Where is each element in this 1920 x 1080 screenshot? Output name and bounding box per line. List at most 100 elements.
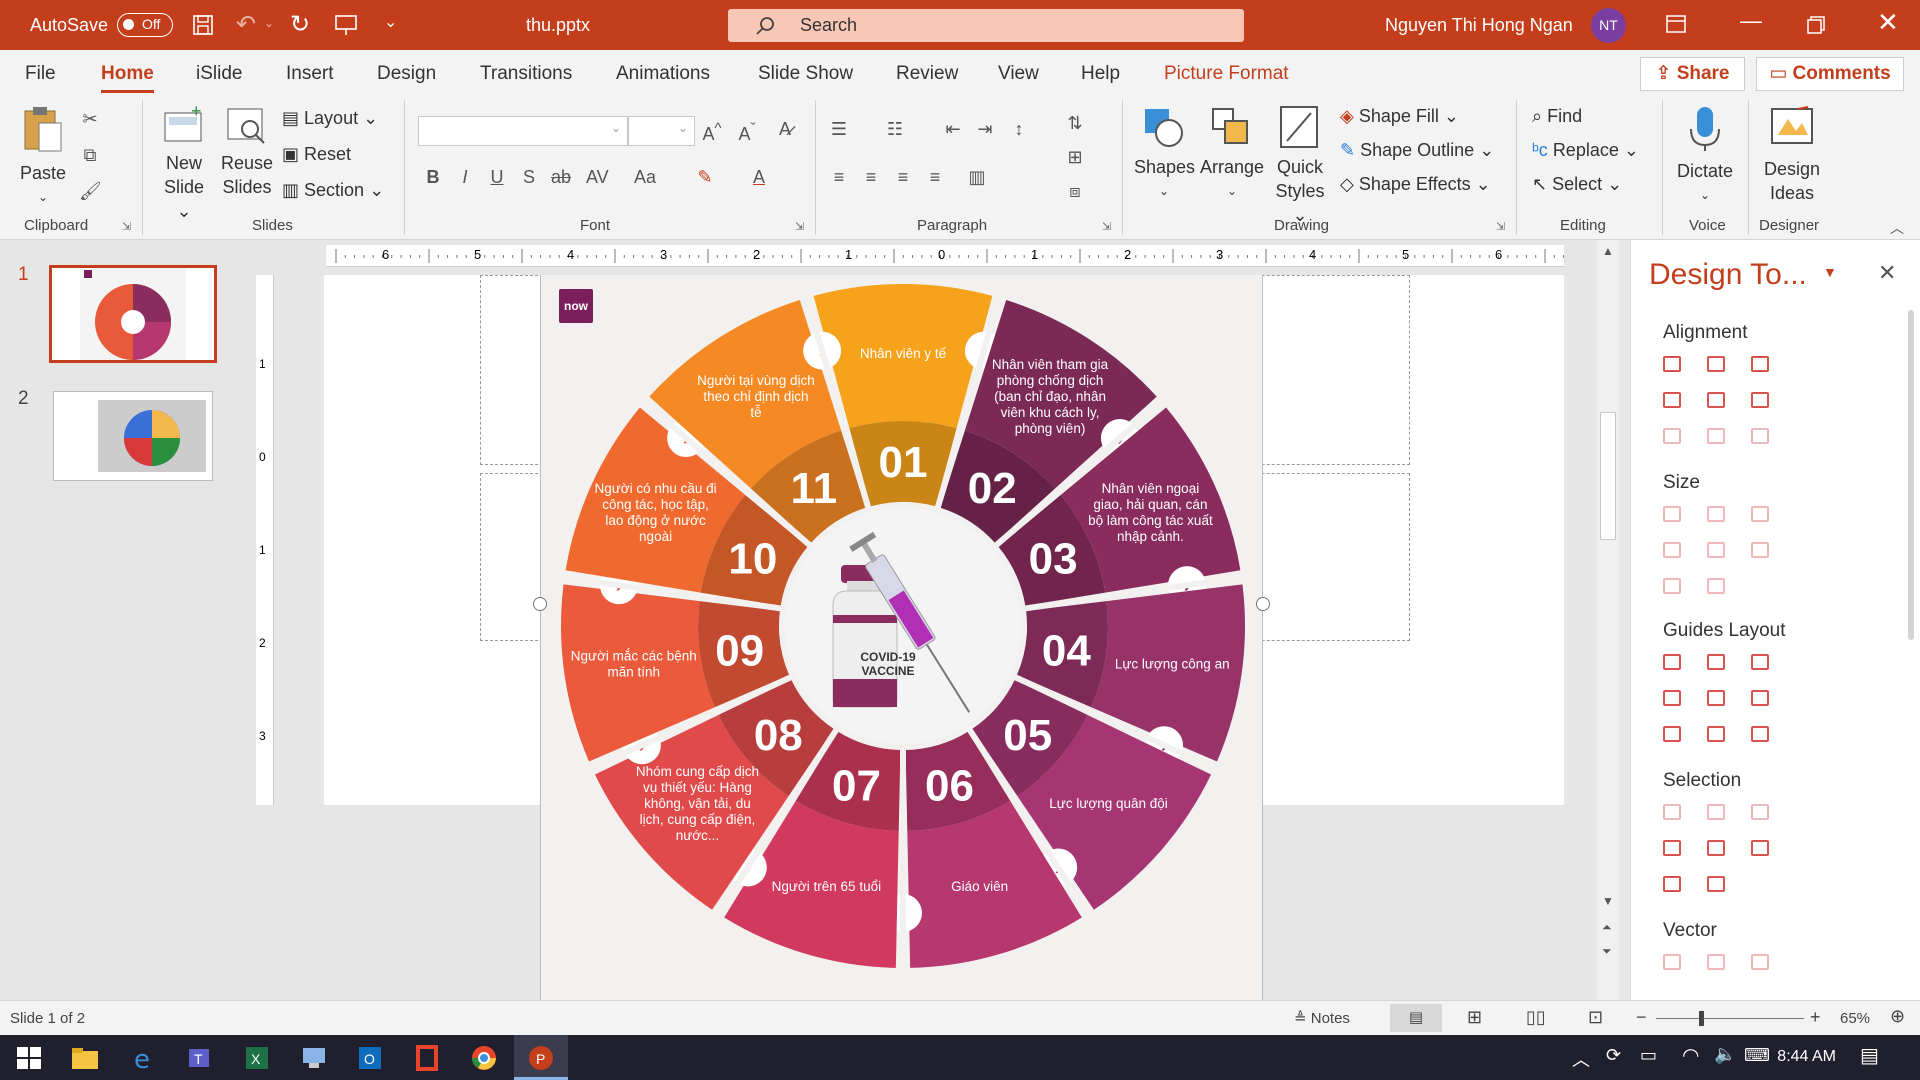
design-tool-icon[interactable] bbox=[1751, 840, 1769, 856]
teams-icon[interactable]: T bbox=[183, 1041, 217, 1075]
font-name-field[interactable]: ⌄ bbox=[418, 116, 628, 146]
autosave-toggle[interactable]: Off bbox=[117, 13, 173, 37]
align-text-icon[interactable]: ⊞ bbox=[1064, 146, 1086, 168]
strikethrough-icon[interactable]: ab bbox=[550, 166, 572, 188]
redo-icon[interactable]: ↻ bbox=[290, 10, 310, 39]
next-slide-icon[interactable]: ⏷ bbox=[1602, 944, 1612, 959]
shape-effects-button[interactable]: ◇ Shape Effects ⌄ bbox=[1340, 174, 1491, 195]
justify-icon[interactable]: ≡ bbox=[924, 166, 946, 188]
design-tool-icon[interactable] bbox=[1663, 392, 1681, 408]
volume-icon[interactable]: 🔈 bbox=[1714, 1044, 1736, 1065]
tab-picture-format[interactable]: Picture Format bbox=[1164, 63, 1289, 85]
change-case-icon[interactable]: Aa bbox=[634, 166, 656, 188]
tab-animations[interactable]: Animations bbox=[616, 63, 710, 85]
design-tool-icon[interactable] bbox=[1663, 726, 1681, 742]
shadow-icon[interactable]: S bbox=[518, 166, 540, 188]
close-icon[interactable]: ✕ bbox=[1877, 7, 1899, 38]
collapse-ribbon-icon[interactable]: ︿ bbox=[1890, 218, 1904, 238]
design-tool-icon[interactable] bbox=[1751, 654, 1769, 670]
shapes-button[interactable]: Shapes ⌄ bbox=[1134, 105, 1195, 203]
sync-icon[interactable]: ⟳ bbox=[1606, 1045, 1621, 1066]
outlook-icon[interactable]: O bbox=[353, 1041, 387, 1075]
design-tool-icon[interactable] bbox=[1707, 840, 1725, 856]
design-tool-icon[interactable] bbox=[1707, 578, 1725, 594]
scroll-down-icon[interactable]: ▼ bbox=[1602, 894, 1614, 908]
minimize-icon[interactable]: — bbox=[1740, 8, 1762, 34]
ribbon-display-icon[interactable] bbox=[1666, 15, 1686, 33]
battery-icon[interactable]: ▭ bbox=[1640, 1045, 1657, 1066]
increase-indent-icon[interactable]: ⇥ bbox=[974, 118, 996, 140]
numbering-icon[interactable]: ☷ bbox=[884, 118, 906, 140]
resize-handle[interactable] bbox=[1256, 597, 1270, 611]
zoom-out-icon[interactable]: − bbox=[1636, 1007, 1647, 1028]
font-size-field[interactable]: ⌄ bbox=[628, 116, 695, 146]
pane-options-icon[interactable]: ▼ bbox=[1823, 264, 1837, 280]
zoom-slider[interactable] bbox=[1656, 1011, 1804, 1026]
character-spacing-icon[interactable]: AV bbox=[586, 166, 609, 188]
design-tool-icon[interactable] bbox=[1707, 506, 1725, 522]
vertical-scrollbar[interactable]: ▲ ▼ ⏶ ⏷ bbox=[1597, 240, 1619, 1000]
select-button[interactable]: ↖ Select ⌄ bbox=[1532, 174, 1622, 195]
edge-icon[interactable]: e bbox=[127, 1041, 161, 1075]
design-ideas-button[interactable]: Design Ideas bbox=[1756, 105, 1828, 205]
quick-styles-button[interactable]: Quick Styles ⌄ bbox=[1268, 105, 1332, 227]
wifi-icon[interactable]: ◠ bbox=[1682, 1043, 1699, 1068]
powerpoint-taskbar-button[interactable]: P bbox=[514, 1035, 568, 1080]
decrease-font-icon[interactable]: Aˇ bbox=[736, 118, 758, 144]
zoom-level[interactable]: 65% bbox=[1840, 1010, 1870, 1027]
underline-icon[interactable]: U bbox=[486, 166, 508, 188]
reuse-slides-button[interactable]: Reuse Slides bbox=[220, 105, 274, 199]
replace-button[interactable]: ᵇc Replace ⌄ bbox=[1532, 140, 1639, 161]
design-tool-icon[interactable] bbox=[1751, 542, 1769, 558]
reading-view-icon[interactable]: ▯▯ bbox=[1526, 1007, 1546, 1028]
share-button[interactable]: ⇪ Share bbox=[1640, 57, 1745, 91]
clock[interactable]: 8:44 AM bbox=[1756, 1048, 1836, 1066]
design-tool-icon[interactable] bbox=[1663, 428, 1681, 444]
tab-home[interactable]: Home bbox=[101, 63, 154, 93]
align-left-icon[interactable]: ≡ bbox=[828, 166, 850, 188]
resize-handle[interactable] bbox=[533, 597, 547, 611]
align-right-icon[interactable]: ≡ bbox=[892, 166, 914, 188]
tab-islide[interactable]: iSlide bbox=[196, 63, 242, 85]
slide-sorter-icon[interactable]: ⊞ bbox=[1467, 1007, 1482, 1028]
align-center-icon[interactable]: ≡ bbox=[860, 166, 882, 188]
design-tool-icon[interactable] bbox=[1707, 690, 1725, 706]
cut-icon[interactable]: ✂ bbox=[79, 108, 101, 130]
reset-button[interactable]: ▣ Reset bbox=[282, 144, 351, 165]
paste-button[interactable]: Paste ⌄ bbox=[18, 105, 68, 209]
tab-design[interactable]: Design bbox=[377, 63, 436, 85]
design-tool-icon[interactable] bbox=[1663, 578, 1681, 594]
copy-icon[interactable]: ⧉ bbox=[79, 144, 101, 166]
design-tool-icon[interactable] bbox=[1751, 392, 1769, 408]
design-tool-icon[interactable] bbox=[1663, 840, 1681, 856]
restore-icon[interactable] bbox=[1807, 16, 1825, 34]
zoom-in-icon[interactable]: + bbox=[1810, 1007, 1821, 1028]
design-tool-icon[interactable] bbox=[1707, 654, 1725, 670]
arrange-button[interactable]: Arrange ⌄ bbox=[1200, 105, 1264, 203]
bold-icon[interactable]: B bbox=[422, 166, 444, 188]
shape-outline-button[interactable]: ✎ Shape Outline ⌄ bbox=[1340, 140, 1494, 161]
design-tool-icon[interactable] bbox=[1751, 726, 1769, 742]
find-button[interactable]: ⌕ Find bbox=[1532, 106, 1582, 127]
design-tool-icon[interactable] bbox=[1663, 690, 1681, 706]
previous-slide-icon[interactable]: ⏶ bbox=[1602, 920, 1612, 935]
design-tool-icon[interactable] bbox=[1663, 954, 1681, 970]
design-tool-icon[interactable] bbox=[1663, 654, 1681, 670]
columns-icon[interactable]: ▥ bbox=[966, 166, 988, 188]
layout-button[interactable]: ▤ Layout ⌄ bbox=[282, 108, 378, 129]
line-spacing-icon[interactable]: ↕ bbox=[1008, 118, 1030, 140]
design-tool-icon[interactable] bbox=[1663, 876, 1681, 892]
text-direction-icon[interactable]: ⇅ bbox=[1064, 112, 1086, 134]
normal-view-button[interactable]: ▤ bbox=[1390, 1004, 1442, 1032]
tab-slide-show[interactable]: Slide Show bbox=[758, 63, 853, 85]
font-color-icon[interactable]: A bbox=[748, 166, 770, 188]
tab-view[interactable]: View bbox=[998, 63, 1039, 85]
drawing-launcher-icon[interactable]: ⇲ bbox=[1496, 220, 1505, 233]
horizontal-ruler[interactable]: 6 5 4 3 2 1 0 1 2 3 4 5 6 bbox=[326, 245, 1564, 267]
design-tool-icon[interactable] bbox=[1663, 356, 1681, 372]
smartart-icon[interactable]: ⧈ bbox=[1064, 180, 1086, 202]
dictate-button[interactable]: Dictate ⌄ bbox=[1672, 105, 1738, 207]
tab-transitions[interactable]: Transitions bbox=[480, 63, 572, 85]
clear-formatting-icon[interactable]: A̷ bbox=[774, 118, 796, 140]
design-tool-icon[interactable] bbox=[1707, 726, 1725, 742]
